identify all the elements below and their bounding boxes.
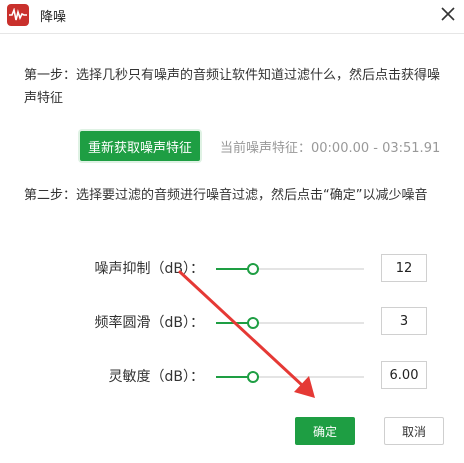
audio-waveform-icon xyxy=(7,4,29,26)
step2-instruction: 第二步：选择要过滤的音频进行噪音过滤，然后点击“确定”以减少噪音 xyxy=(24,188,428,203)
window-title: 降噪 xyxy=(40,10,67,25)
close-icon[interactable] xyxy=(436,2,460,26)
slider-thumb[interactable] xyxy=(247,317,259,329)
frequency-smoothing-value[interactable]: 3 xyxy=(381,307,427,335)
cancel-button[interactable]: 取消 xyxy=(384,417,444,445)
frequency-smoothing-label: 频率圆滑（dB）： xyxy=(94,315,205,331)
title-divider xyxy=(0,33,464,34)
current-noise-feature: 当前噪声特征：00:00.00 - 03:51.91 xyxy=(220,141,441,156)
noise-suppression-label: 噪声抑制（dB）： xyxy=(94,261,205,277)
ok-button[interactable]: 确定 xyxy=(295,417,355,445)
reacquire-noise-feature-button[interactable]: 重新获取噪声特征 xyxy=(80,131,200,161)
noise-suppression-value[interactable]: 12 xyxy=(381,254,427,282)
sensitivity-label: 灵敏度（dB）： xyxy=(108,369,205,385)
slider-thumb[interactable] xyxy=(247,371,259,383)
frequency-smoothing-slider[interactable] xyxy=(216,316,364,330)
sensitivity-slider[interactable] xyxy=(216,370,364,384)
step1-instruction: 第一步：选择几秒只有噪声的音频让软件知道过滤什么，然后点击获得噪声特征 xyxy=(24,68,441,106)
slider-thumb[interactable] xyxy=(247,263,259,275)
sensitivity-value[interactable]: 6.00 xyxy=(381,361,427,389)
noise-suppression-slider[interactable] xyxy=(216,262,364,276)
title-bar: 降噪 xyxy=(0,0,464,30)
